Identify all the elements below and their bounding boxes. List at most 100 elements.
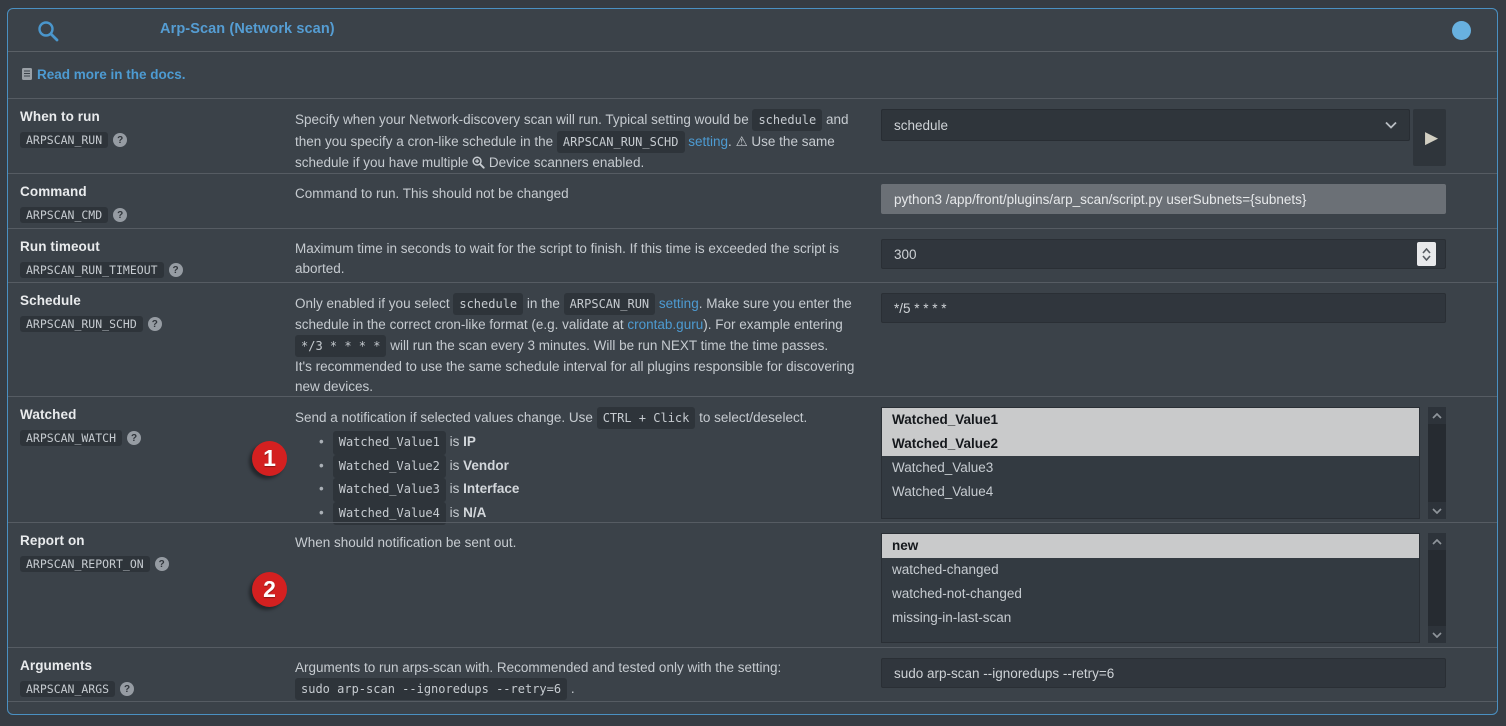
run-timeout-input[interactable]	[881, 239, 1446, 269]
setting-code-badge: ARPSCAN_RUN_TIMEOUT	[20, 262, 164, 278]
setting-row-arpscan-cmd: Command ARPSCAN_CMD? Command to run. Thi…	[8, 173, 1497, 228]
docs-link[interactable]: Read more in the docs.	[37, 67, 186, 82]
listbox-option[interactable]: Watched_Value1	[882, 408, 1419, 432]
bullet-value: IP	[463, 434, 476, 449]
bullet-text: is	[446, 458, 463, 473]
inline-link[interactable]: setting	[688, 134, 728, 149]
description-text: Specify when your Network-discovery scan…	[295, 112, 752, 127]
setting-description: When should notification be sent out.	[295, 533, 881, 647]
setting-row-arpscan-args: Arguments ARPSCAN_ARGS? Arguments to run…	[8, 647, 1497, 701]
page-title: Arp-Scan (Network scan)	[160, 21, 335, 37]
bullet-text: is	[446, 434, 463, 449]
spinner-up-icon	[1422, 248, 1431, 254]
inline-code: Watched_Value1	[333, 431, 446, 455]
setting-code-badge: ARPSCAN_RUN_SCHD	[20, 316, 143, 332]
when-to-run-select[interactable]: schedule	[881, 109, 1410, 141]
setting-code-badge: ARPSCAN_RUN	[20, 132, 108, 148]
listbox-option[interactable]: watched-not-changed	[882, 582, 1419, 606]
description-text: to select/deselect.	[695, 410, 807, 425]
scroll-up-icon[interactable]	[1428, 407, 1446, 424]
watched-values-list: Watched_Value1 is IPWatched_Value2 is Ve…	[319, 431, 869, 525]
report-on-scrollbar[interactable]	[1428, 533, 1446, 643]
description-text: will run the scan every 3 minutes. Will …	[386, 338, 828, 353]
setting-description: Arguments to run arps-scan with. Recomme…	[295, 658, 881, 701]
setting-label: When to run	[20, 109, 295, 124]
bullet-text: is	[446, 505, 463, 520]
inline-link[interactable]: setting	[659, 296, 699, 311]
setting-row-arpscan-report-on: 2 Report on ARPSCAN_REPORT_ON? When shou…	[8, 522, 1497, 647]
watched-value-item: Watched_Value2 is Vendor	[319, 455, 869, 479]
listbox-option[interactable]: watched-changed	[882, 558, 1419, 582]
watched-scrollbar[interactable]	[1428, 407, 1446, 519]
bullet-text: is	[446, 481, 463, 496]
schedule-input[interactable]	[881, 293, 1446, 323]
chevron-down-icon	[1385, 121, 1397, 129]
listbox-option[interactable]: Watched_Value2	[882, 432, 1419, 456]
listbox-option[interactable]: Watched_Value3	[882, 456, 1419, 480]
description-text: Maximum time in seconds to wait for the …	[295, 241, 839, 276]
inline-code: sudo arp-scan --ignoredups --retry=6	[295, 678, 567, 700]
description-text: .	[728, 134, 736, 149]
inline-code: CTRL + Click	[597, 407, 696, 429]
inline-code: schedule	[752, 109, 822, 131]
warning-icon: ⚠	[736, 132, 748, 152]
help-icon[interactable]: ?	[127, 431, 141, 445]
setting-label: Arguments	[20, 658, 295, 673]
setting-code-badge: ARPSCAN_ARGS	[20, 681, 115, 697]
setting-description: Only enabled if you select schedule in t…	[295, 293, 881, 397]
help-icon[interactable]: ?	[113, 208, 127, 222]
setting-label: Run timeout	[20, 239, 295, 254]
bullet-value: Interface	[463, 481, 519, 496]
inline-code: schedule	[453, 293, 523, 315]
listbox-option[interactable]: Watched_Value4	[882, 480, 1419, 504]
setting-label: Report on	[20, 533, 295, 548]
help-icon[interactable]: ?	[169, 263, 183, 277]
inline-code: */3 * * * *	[295, 335, 386, 357]
inline-code: ARPSCAN_RUN	[564, 293, 655, 315]
inline-link[interactable]: crontab.guru	[627, 317, 703, 332]
setting-code-badge: ARPSCAN_REPORT_ON	[20, 556, 150, 572]
panel-header: Arp-Scan (Network scan)	[8, 9, 1497, 52]
listbox-option[interactable]: missing-in-last-scan	[882, 606, 1419, 630]
help-icon[interactable]: ?	[113, 133, 127, 147]
setting-row-arpscan-run: When to run ARPSCAN_RUN? Specify when yo…	[8, 98, 1497, 173]
description-text: Device scanners enabled.	[485, 155, 644, 170]
setting-label: Command	[20, 184, 295, 199]
command-input[interactable]	[881, 184, 1446, 214]
run-now-button[interactable]: ▶	[1413, 109, 1446, 166]
listbox-option[interactable]: new	[882, 534, 1419, 558]
spinner-down-icon	[1422, 255, 1431, 261]
description-text: Command to run. This should not be chang…	[295, 186, 569, 201]
bullet-value: Vendor	[463, 458, 509, 473]
description-text: Only enabled if you select	[295, 296, 453, 311]
setting-description: Specify when your Network-discovery scan…	[295, 109, 881, 173]
help-icon[interactable]: ?	[155, 557, 169, 571]
help-icon[interactable]: ?	[120, 682, 134, 696]
plugin-settings-panel: Arp-Scan (Network scan) Read more in the…	[7, 8, 1498, 715]
setting-row-arpscan-run-timeout: Run timeout ARPSCAN_RUN_TIMEOUT? Maximum…	[8, 228, 1497, 282]
scroll-up-icon[interactable]	[1428, 533, 1446, 550]
inline-code: Watched_Value3	[333, 478, 446, 502]
arguments-input[interactable]	[881, 658, 1446, 688]
watched-listbox[interactable]: Watched_Value1Watched_Value2Watched_Valu…	[881, 407, 1420, 519]
status-circle-icon	[1452, 21, 1471, 40]
number-spinner[interactable]	[1417, 242, 1436, 266]
setting-label: Schedule	[20, 293, 295, 308]
help-icon[interactable]: ?	[148, 317, 162, 331]
description-text: in the	[523, 296, 564, 311]
panel-footer-spacer	[8, 701, 1497, 715]
inline-code: ARPSCAN_RUN_SCHD	[557, 131, 685, 153]
annotation-badge-2: 2	[252, 572, 287, 607]
docs-row: Read more in the docs.	[8, 52, 1497, 98]
scroll-down-icon[interactable]	[1428, 502, 1446, 519]
scroll-down-icon[interactable]	[1428, 626, 1446, 643]
description-text: ). For example entering	[703, 317, 843, 332]
description-text: .	[567, 681, 575, 696]
watched-value-item: Watched_Value3 is Interface	[319, 478, 869, 502]
watched-value-item: Watched_Value1 is IP	[319, 431, 869, 455]
setting-description: Command to run. This should not be chang…	[295, 184, 881, 228]
report-on-listbox[interactable]: newwatched-changedwatched-not-changedmis…	[881, 533, 1420, 643]
search-icon[interactable]	[36, 19, 60, 43]
annotation-badge-1: 1	[252, 441, 287, 476]
description-text: When should notification be sent out.	[295, 535, 516, 550]
